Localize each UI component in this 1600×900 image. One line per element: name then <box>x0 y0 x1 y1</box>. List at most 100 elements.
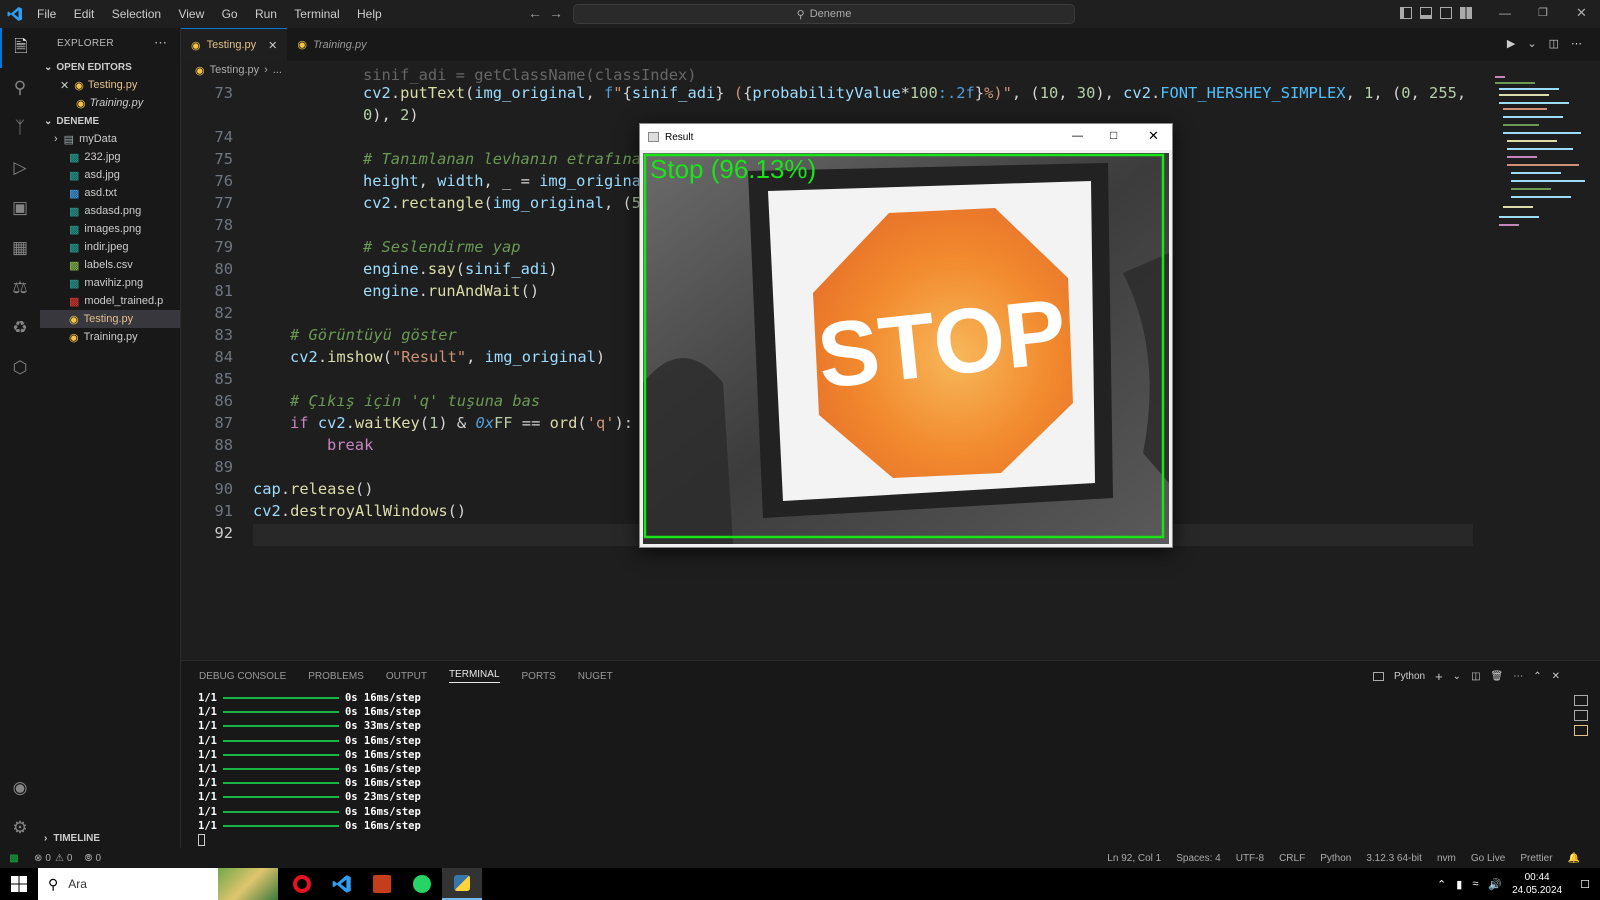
tab-debug-console[interactable]: DEBUG CONSOLE <box>199 671 286 682</box>
chevron-down-icon[interactable]: ⌄ <box>1453 671 1461 682</box>
tree-file[interactable]: ▩ indir.jpeg <box>40 238 180 256</box>
forward-arrow-icon[interactable]: → <box>549 5 563 21</box>
terminal-instance-icon[interactable] <box>1574 695 1588 706</box>
close-panel-icon[interactable]: ✕ <box>1552 671 1560 682</box>
breadcrumb-file[interactable]: Testing.py <box>210 64 260 76</box>
tab-nuget[interactable]: NUGET <box>578 671 613 682</box>
windows-start-icon[interactable] <box>0 876 38 892</box>
cursor-position[interactable]: Ln 92, Col 1 <box>1107 853 1161 864</box>
tab-training[interactable]: ◉ Training.py <box>287 28 376 61</box>
python-interpreter[interactable]: 3.12.3 64-bit <box>1366 853 1422 864</box>
indentation[interactable]: Spaces: 4 <box>1176 853 1220 864</box>
menu-help[interactable]: Help <box>357 7 382 21</box>
minimize-window-icon[interactable]: — <box>1072 130 1083 142</box>
new-terminal-icon[interactable]: + <box>1435 669 1443 684</box>
battery-icon[interactable]: ▮ <box>1456 878 1462 891</box>
folder-section[interactable]: ⌄ DENEME <box>40 112 180 130</box>
taskbar-python-icon[interactable] <box>442 868 482 900</box>
maximize-panel-icon[interactable]: ⌃ <box>1533 671 1541 682</box>
terminal-instance-icon[interactable] <box>1574 710 1588 721</box>
volume-icon[interactable]: 🔊 <box>1488 878 1502 891</box>
menu-go[interactable]: Go <box>222 7 238 21</box>
more-actions-icon[interactable]: ⋯ <box>1513 671 1523 682</box>
menu-terminal[interactable]: Terminal <box>294 7 339 21</box>
chevron-down-icon[interactable]: ⌄ <box>1527 37 1536 50</box>
tree-file[interactable]: ▩ images.png <box>40 220 180 238</box>
split-terminal-icon[interactable]: ◫ <box>1471 671 1480 682</box>
extensions-icon[interactable]: ▦ <box>0 228 40 268</box>
terminal-shell-label[interactable]: Python <box>1394 671 1425 682</box>
node-icon[interactable]: ⬡ <box>0 348 40 388</box>
encoding[interactable]: UTF-8 <box>1236 853 1264 864</box>
toggle-panel-icon[interactable] <box>1420 7 1432 19</box>
run-icon[interactable]: ▶ <box>1507 37 1515 50</box>
tree-file[interactable]: ◉ Training.py <box>40 328 180 346</box>
run-debug-icon[interactable]: ▷ <box>0 148 40 188</box>
taskbar-opera-icon[interactable] <box>282 875 322 893</box>
tree-file[interactable]: ▩ asd.txt <box>40 184 180 202</box>
tree-file[interactable]: ▩ mavihiz.png <box>40 274 180 292</box>
explorer-icon[interactable]: 🗎 <box>0 28 40 68</box>
remote-explorer-icon[interactable]: ▣ <box>0 188 40 228</box>
tab-output[interactable]: OUTPUT <box>386 671 427 682</box>
accounts-icon[interactable]: ◉ <box>0 768 40 808</box>
tree-file[interactable]: ▩ 232.jpg <box>40 148 180 166</box>
go-live-button[interactable]: Go Live <box>1471 853 1505 864</box>
maximize-window-icon[interactable]: □ <box>1110 128 1117 142</box>
search-icon[interactable]: ⚲ <box>0 68 40 108</box>
back-arrow-icon[interactable]: ← <box>528 5 542 21</box>
wifi-icon[interactable]: ≈ <box>1472 878 1478 890</box>
notification-center-icon[interactable]: ☐ <box>1580 878 1590 891</box>
close-icon[interactable]: ✕ <box>60 79 69 92</box>
open-editor-training[interactable]: ◉ Training.py <box>40 94 180 112</box>
open-editor-testing[interactable]: ✕ ◉ Testing.py <box>40 76 180 94</box>
toggle-secondary-sidebar-icon[interactable] <box>1440 7 1452 19</box>
menu-file[interactable]: File <box>37 7 56 21</box>
terminal-instance-icon[interactable] <box>1574 725 1588 736</box>
toggle-sidebar-icon[interactable] <box>1400 7 1412 19</box>
taskbar-search-box[interactable]: ⚲ Ara <box>38 868 278 900</box>
tree-file[interactable]: ▩ labels.csv <box>40 256 180 274</box>
menu-selection[interactable]: Selection <box>112 7 161 21</box>
trash-icon[interactable]: 🗑 <box>1491 671 1504 682</box>
tab-problems[interactable]: PROBLEMS <box>308 671 364 682</box>
tree-file[interactable]: ▩ asd.jpg <box>40 166 180 184</box>
more-actions-icon[interactable]: ⋯ <box>154 35 167 51</box>
clock[interactable]: 00:44 24.05.2024 <box>1512 871 1562 897</box>
tab-testing[interactable]: ◉ Testing.py ✕ <box>181 28 288 61</box>
command-center-search[interactable]: ⚲ Deneme <box>573 4 1075 24</box>
testing-icon[interactable]: ⚖ <box>0 268 40 308</box>
tab-ports[interactable]: PORTS <box>522 671 556 682</box>
tree-file[interactable]: ▩ model_trained.p <box>40 292 180 310</box>
nvm-status[interactable]: nvm <box>1437 853 1456 864</box>
ports-count[interactable]: 0 <box>95 853 101 864</box>
customize-layout-icon[interactable] <box>1460 7 1472 19</box>
breadcrumb-more[interactable]: ... <box>273 64 282 76</box>
tree-file[interactable]: ▩ asdasd.png <box>40 202 180 220</box>
tab-terminal[interactable]: TERMINAL <box>448 669 500 683</box>
tree-file-active[interactable]: ◉ Testing.py <box>40 310 180 328</box>
warning-count[interactable]: 0 <box>67 853 73 864</box>
notifications-bell-icon[interactable]: 🔔 <box>1568 853 1580 864</box>
prettier-status[interactable]: Prettier <box>1520 853 1552 864</box>
tray-chevron-up-icon[interactable]: ⌃ <box>1437 878 1446 891</box>
timeline-section[interactable]: › TIMELINE <box>40 829 100 847</box>
more-actions-icon[interactable]: ⋯ <box>1571 37 1582 50</box>
split-editor-icon[interactable]: ◫ <box>1549 37 1559 50</box>
minimap[interactable] <box>1495 76 1585 236</box>
open-editors-section[interactable]: ⌄ OPEN EDITORS <box>40 58 180 76</box>
menu-run[interactable]: Run <box>255 7 277 21</box>
close-icon[interactable]: ✕ <box>268 39 277 52</box>
result-window-titlebar[interactable]: Result — □ ✕ <box>640 124 1172 150</box>
line-ending[interactable]: CRLF <box>1279 853 1305 864</box>
error-count[interactable]: 0 <box>45 853 51 864</box>
menu-edit[interactable]: Edit <box>74 7 95 21</box>
taskbar-vscode-icon[interactable] <box>322 874 362 894</box>
close-window-icon[interactable]: ✕ <box>1576 5 1587 21</box>
source-control-icon[interactable]: ᛉ <box>0 108 40 148</box>
taskbar-powerpoint-icon[interactable] <box>362 875 402 893</box>
restore-window-icon[interactable]: ❐ <box>1538 6 1548 19</box>
remote-icon[interactable]: ▩ <box>0 853 28 864</box>
terminal-output[interactable]: 1/1 0s 16ms/step 1/1 0s 16ms/step 1/1 0s 33… <box>198 691 421 847</box>
close-window-icon[interactable]: ✕ <box>1148 128 1159 144</box>
